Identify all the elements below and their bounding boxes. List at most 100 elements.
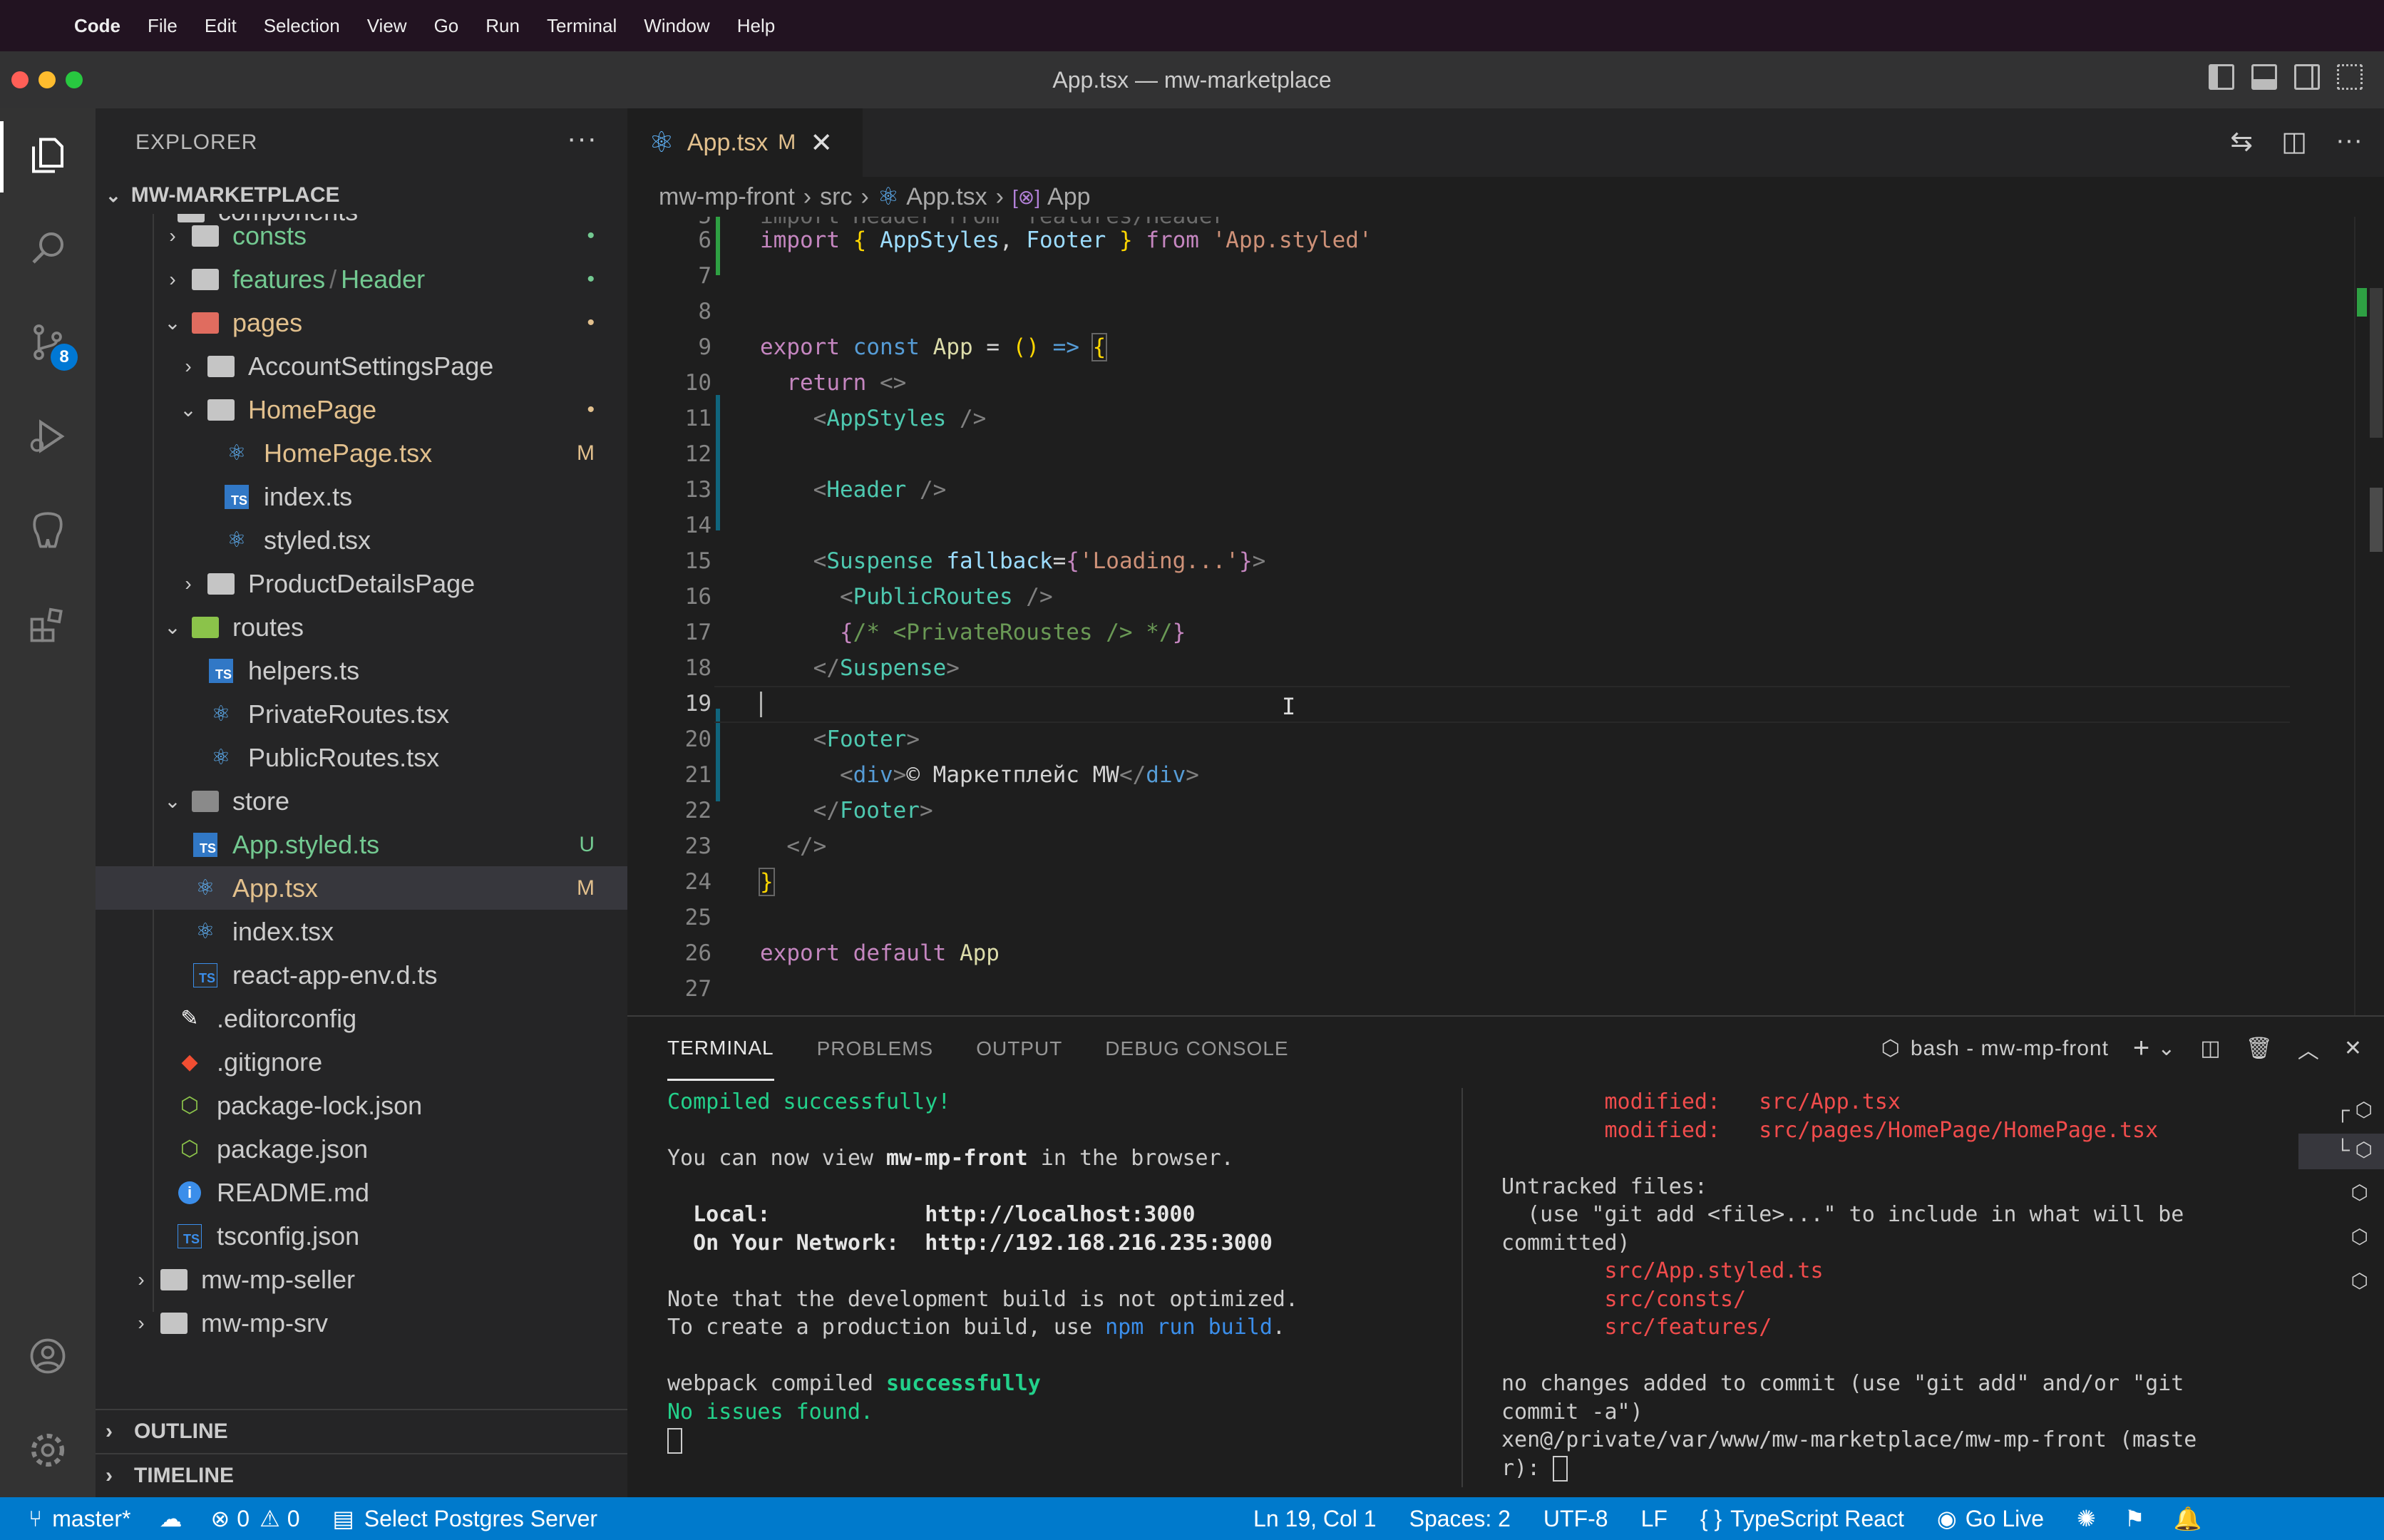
tree-item-homepage-tsx[interactable]: ⚛ HomePage.tsx M: [96, 431, 627, 475]
tree-item-pages[interactable]: ⌄ pages •: [96, 301, 627, 344]
tree-item-index-tsx[interactable]: ⚛ index.tsx: [96, 910, 627, 953]
tab-terminal[interactable]: TERMINAL: [667, 1017, 774, 1081]
terminal-left[interactable]: Compiled successfully! You can now view …: [667, 1088, 1298, 1454]
outline-section[interactable]: › OUTLINE: [96, 1409, 627, 1453]
settings-gear-icon[interactable]: [24, 1426, 72, 1474]
terminal-shell-name[interactable]: bash - mw-mp-front: [1911, 1037, 2109, 1061]
tab-problems[interactable]: PROBLEMS: [817, 1017, 934, 1081]
tree-item-productdetailspage[interactable]: › ProductDetailsPage: [96, 562, 627, 605]
more-actions-icon[interactable]: ···: [567, 123, 597, 155]
tree-item-homepage[interactable]: ⌄ HomePage •: [96, 388, 627, 431]
breadcrumb-folder[interactable]: src: [820, 183, 852, 211]
new-terminal-icon[interactable]: +: [2133, 1032, 2150, 1064]
menu-go[interactable]: Go: [434, 15, 459, 37]
maximize-panel-icon[interactable]: ︿: [2298, 1033, 2320, 1064]
terminal-instance-icon[interactable]: ⬡: [2351, 1181, 2368, 1204]
go-live-button[interactable]: Go Live: [1966, 1506, 2044, 1532]
menu-window[interactable]: Window: [644, 15, 709, 37]
run-debug-icon[interactable]: [24, 412, 72, 461]
postgres-server-select[interactable]: Select Postgres Server: [364, 1506, 597, 1532]
language-mode[interactable]: TypeScript React: [1730, 1506, 1904, 1532]
tree-item-routes[interactable]: ⌄ routes: [96, 605, 627, 649]
breadcrumb-file[interactable]: App.tsx: [906, 183, 987, 211]
toggle-secondary-sidebar-icon[interactable]: [2294, 64, 2320, 90]
tree-item-features-header[interactable]: › features / Header •: [96, 257, 627, 301]
tree-item-mw-mp-seller[interactable]: › mw-mp-seller: [96, 1258, 627, 1301]
tree-item-app-tsx[interactable]: ⚛ App.tsx M: [96, 866, 627, 910]
tree-item-styled-tsx[interactable]: ⚛ styled.tsx: [96, 518, 627, 562]
tree-item-editorconfig[interactable]: ✎ .editorconfig: [96, 997, 627, 1040]
menu-selection[interactable]: Selection: [264, 15, 340, 37]
terminal-right[interactable]: modified: src/App.tsx modified: src/page…: [1501, 1088, 2197, 1482]
tree-item-helpers-ts[interactable]: TS helpers.ts: [96, 649, 627, 692]
menu-app-name[interactable]: Code: [74, 15, 120, 37]
close-window-button[interactable]: [11, 71, 29, 88]
explorer-icon[interactable]: [24, 131, 72, 180]
search-icon[interactable]: [24, 224, 72, 272]
minimize-window-button[interactable]: [38, 71, 56, 88]
toggle-primary-sidebar-icon[interactable]: [2209, 64, 2234, 90]
tree-item-app-styled-ts[interactable]: TS App.styled.ts U: [96, 823, 627, 866]
tree-item-index-ts[interactable]: TS index.ts: [96, 475, 627, 518]
breadcrumb-folder[interactable]: mw-mp-front: [659, 183, 795, 211]
tree-item-store[interactable]: ⌄ store: [96, 779, 627, 823]
cursor-position[interactable]: Ln 19, Col 1: [1253, 1506, 1377, 1532]
close-tab-icon[interactable]: ✕: [810, 127, 833, 159]
terminal-instance-icon[interactable]: ┌ ⬡: [2336, 1098, 2373, 1121]
terminal-split-divider[interactable]: [1461, 1088, 1463, 1487]
tree-item-tsconfig[interactable]: TS tsconfig.json: [96, 1214, 627, 1258]
breadcrumb-symbol[interactable]: App: [1047, 183, 1091, 211]
source-control-icon[interactable]: 8: [24, 318, 78, 371]
tree-item-react-app-env[interactable]: TS react-app-env.d.ts: [96, 953, 627, 997]
terminal-instance-icon[interactable]: ⬡: [2351, 1269, 2368, 1293]
menu-terminal[interactable]: Terminal: [547, 15, 617, 37]
minimap-scrollbar[interactable]: [2354, 217, 2384, 1015]
encoding[interactable]: UTF-8: [1543, 1506, 1608, 1532]
open-changes-icon[interactable]: ⇆: [2230, 125, 2253, 158]
tree-item-gitignore[interactable]: ◆ .gitignore: [96, 1040, 627, 1084]
tree-item-consts[interactable]: › consts •: [96, 214, 627, 257]
terminal-instance-icon[interactable]: └ ⬡: [2336, 1138, 2373, 1161]
timeline-section[interactable]: › TIMELINE: [96, 1453, 627, 1497]
menu-help[interactable]: Help: [737, 15, 775, 37]
close-panel-icon[interactable]: ✕: [2344, 1036, 2363, 1061]
postgres-elephant-icon[interactable]: [24, 506, 72, 555]
tab-output[interactable]: OUTPUT: [976, 1017, 1062, 1081]
tree-item-publicroutes-tsx[interactable]: ⚛ PublicRoutes.tsx: [96, 736, 627, 779]
end-of-line[interactable]: LF: [1641, 1506, 1668, 1532]
tab-debug-console[interactable]: DEBUG CONSOLE: [1105, 1017, 1288, 1081]
terminal-instance-icon[interactable]: ⬡: [2351, 1225, 2368, 1248]
tree-item-package-json[interactable]: ⬡ package.json: [96, 1127, 627, 1171]
feedback-icon[interactable]: ⚑: [2124, 1505, 2145, 1532]
tab-app-tsx[interactable]: ⚛ App.tsx M ✕: [627, 108, 863, 177]
split-editor-icon[interactable]: ◫: [2281, 125, 2307, 158]
tree-item-package-lock[interactable]: ⬡ package-lock.json: [96, 1084, 627, 1127]
tree-item-mw-mp-srv[interactable]: › mw-mp-srv: [96, 1301, 627, 1345]
code-editor[interactable]: 5 import Header from 'features/Header' 6…: [627, 217, 2384, 1015]
bug-icon[interactable]: ✺: [2077, 1505, 2096, 1532]
split-terminal-icon[interactable]: ◫: [2200, 1036, 2221, 1061]
notifications-bell-icon[interactable]: 🔔: [2174, 1505, 2202, 1532]
tree-item-privateroutes-tsx[interactable]: ⚛ PrivateRoutes.tsx: [96, 692, 627, 736]
tree-item-readme[interactable]: i README.md: [96, 1171, 627, 1214]
warning-count[interactable]: 0: [287, 1506, 300, 1532]
menu-edit[interactable]: Edit: [205, 15, 237, 37]
more-actions-icon[interactable]: ···: [2336, 125, 2363, 158]
extensions-icon[interactable]: [24, 600, 72, 649]
toggle-panel-icon[interactable]: [2251, 64, 2277, 90]
indentation[interactable]: Spaces: 2: [1409, 1506, 1511, 1532]
branch-name[interactable]: master*: [52, 1506, 130, 1532]
error-count[interactable]: 0: [237, 1506, 250, 1532]
menu-run[interactable]: Run: [485, 15, 520, 37]
sync-cloud-icon[interactable]: ☁: [159, 1505, 182, 1532]
tree-item-accountsettingspage[interactable]: › AccountSettingsPage: [96, 344, 627, 388]
menu-file[interactable]: File: [148, 15, 178, 37]
customize-layout-icon[interactable]: [2337, 64, 2363, 90]
scrollbar-thumb[interactable]: [2370, 288, 2383, 438]
accounts-icon[interactable]: [24, 1332, 72, 1380]
trash-icon[interactable]: 🗑: [2246, 1036, 2273, 1061]
project-root[interactable]: ⌄ MW-MARKETPLACE: [96, 177, 627, 214]
chevron-down-icon[interactable]: ⌄: [2157, 1036, 2176, 1061]
zoom-window-button[interactable]: [66, 71, 83, 88]
menu-view[interactable]: View: [367, 15, 407, 37]
